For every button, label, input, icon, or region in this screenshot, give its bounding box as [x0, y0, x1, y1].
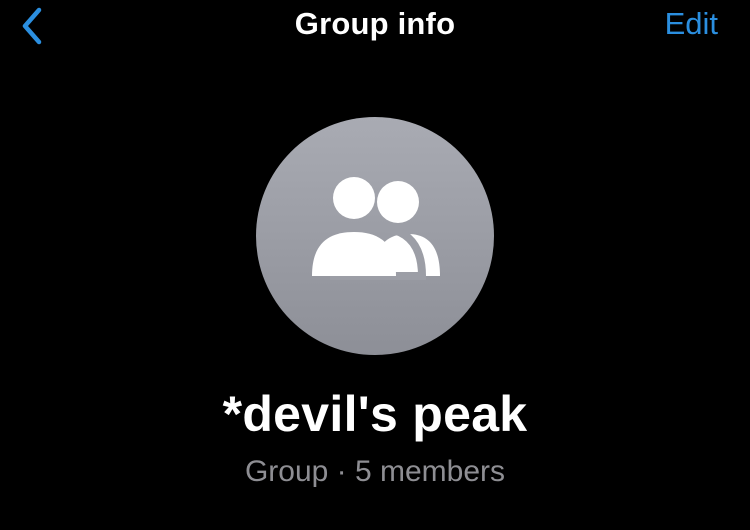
edit-button[interactable]: Edit — [665, 6, 718, 42]
navigation-bar: Group info Edit — [0, 0, 750, 52]
group-member-count: Group · 5 members — [244, 455, 506, 488]
group-avatar[interactable] — [256, 117, 494, 355]
group-people-icon — [312, 177, 440, 280]
group-name: *devil's peak — [222, 386, 528, 442]
page-title: Group info — [294, 6, 456, 41]
